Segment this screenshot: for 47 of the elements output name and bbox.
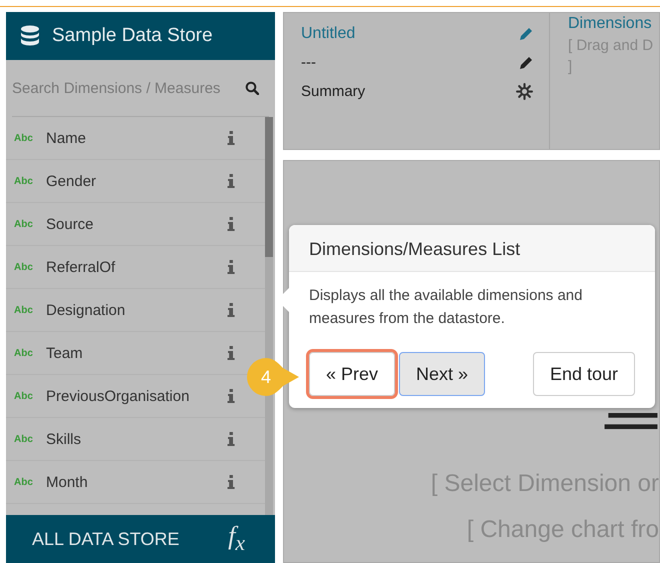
dimension-label: Month [46, 474, 89, 490]
info-icon[interactable] [227, 346, 235, 360]
type-tag: Abc [14, 304, 46, 316]
dimension-label: PreviousOrganisation [46, 388, 190, 404]
info-icon[interactable] [227, 432, 235, 446]
scroll-thumb[interactable] [265, 117, 273, 257]
footer-label[interactable]: ALL DATA STORE [32, 528, 180, 550]
chart-title: Untitled [301, 24, 356, 42]
dimension-label: Skills [46, 430, 82, 448]
type-tag: Abc [14, 434, 46, 444]
info-icon[interactable] [227, 131, 235, 145]
chart-subtitle: --- [301, 54, 316, 71]
info-icon[interactable] [227, 389, 235, 403]
drop-hint: ] [568, 58, 574, 75]
info-icon[interactable] [227, 260, 235, 274]
popover-title: Dimensions/Measures List [289, 225, 655, 272]
search-field[interactable]: Search Dimensions / Measures [12, 80, 245, 96]
dimensions-title: Dimensions [568, 15, 653, 33]
dimension-label: ReferralOf [46, 258, 116, 276]
line-drawing [603, 413, 659, 430]
info-icon[interactable] [227, 475, 235, 489]
info-icon[interactable] [227, 303, 235, 317]
info-icon[interactable] [227, 174, 235, 188]
popover-text: Displays all the available dimensions and measures from the datastore. [308, 286, 584, 329]
dimension-label: Designation [46, 302, 126, 318]
sidebar-title: Sample Data Store [52, 25, 213, 47]
gear-icon[interactable] [516, 83, 533, 100]
type-tag: Abc [14, 262, 46, 272]
summary-label: Summary [301, 83, 366, 100]
tour-button[interactable]: Next » [399, 352, 486, 396]
dimension-label: Name [46, 130, 88, 146]
type-tag: Abc [14, 390, 46, 402]
database-icon [20, 25, 40, 47]
type-tag: Abc [14, 176, 46, 186]
dimension-label: Source [46, 216, 95, 232]
dimension-label: Gender [46, 172, 98, 190]
tour-button[interactable]: End tour [532, 352, 635, 396]
type-tag: Abc [14, 218, 46, 230]
dimension-label: Team [46, 344, 84, 362]
formula-button[interactable]: f$_{x}$ [228, 521, 245, 557]
type-tag: Abc [14, 132, 46, 144]
pencil-icon[interactable] [519, 56, 533, 70]
type-tag: Abc [14, 476, 46, 488]
tour-button[interactable]: « Prev [309, 352, 396, 396]
info-icon[interactable] [227, 217, 235, 231]
search-icon[interactable] [245, 81, 259, 95]
type-tag: Abc [14, 348, 46, 358]
